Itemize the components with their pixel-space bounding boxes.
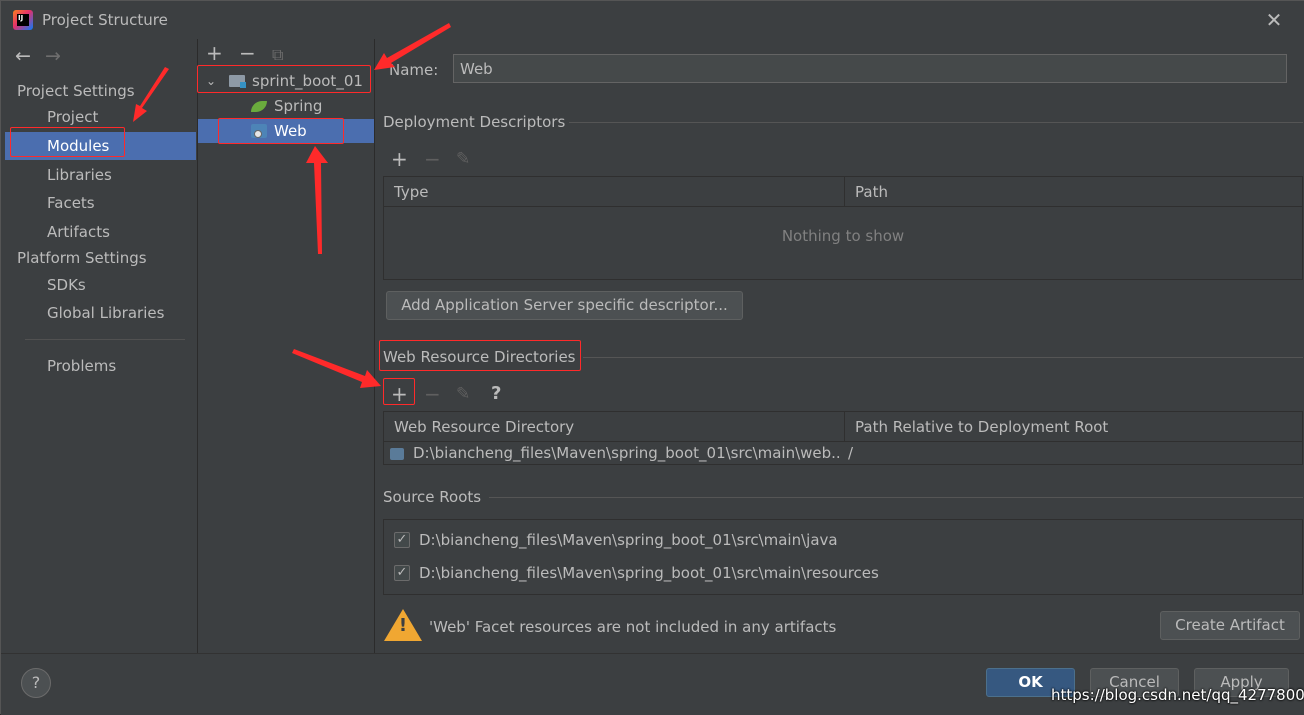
- add-descriptor-icon[interactable]: +: [391, 149, 408, 169]
- annotation-box-add-button: [383, 378, 415, 405]
- warning-exclamation: !: [398, 615, 408, 636]
- empty-table-message: Nothing to show: [781, 227, 905, 245]
- module-toolbar: + − ⧉: [206, 41, 305, 65]
- warning-text: 'Web' Facet resources are not included i…: [429, 618, 837, 636]
- column-header-type[interactable]: Type: [384, 177, 844, 207]
- web-resource-table: Web Resource Directory Path Relative to …: [383, 411, 1303, 465]
- source-root-checkbox[interactable]: ✓: [394, 565, 410, 581]
- table-cell-directory[interactable]: D:\biancheng_files\Maven\spring_boot_01\…: [413, 442, 841, 464]
- tree-node-label: Spring: [274, 97, 323, 115]
- nav-item-global-libraries[interactable]: Global Libraries: [5, 299, 196, 327]
- name-label: Name:: [389, 61, 439, 79]
- remove-web-resource-icon: −: [424, 382, 441, 406]
- column-header-web-resource-directory[interactable]: Web Resource Directory: [384, 412, 844, 442]
- column-header-relative-path[interactable]: Path Relative to Deployment Root: [844, 412, 1302, 442]
- column-header-path[interactable]: Path: [844, 177, 1302, 207]
- source-root-checkbox[interactable]: ✓: [394, 532, 410, 548]
- copy-module-icon: ⧉: [272, 45, 284, 64]
- spring-icon: [251, 94, 267, 118]
- help-button[interactable]: ?: [21, 668, 51, 698]
- add-server-descriptor-button[interactable]: Add Application Server specific descript…: [386, 291, 743, 320]
- nav-item-problems[interactable]: Problems: [5, 352, 196, 380]
- title-bar: IJ Project Structure ✕: [1, 1, 1304, 39]
- group-divider: [583, 357, 1303, 358]
- deployment-descriptors-heading: Deployment Descriptors: [383, 113, 566, 131]
- help-icon[interactable]: ?: [491, 384, 501, 404]
- remove-descriptor-icon: −: [424, 147, 441, 171]
- create-artifact-button[interactable]: Create Artifact: [1160, 611, 1300, 640]
- group-divider: [489, 497, 1303, 498]
- intellij-logo-icon: IJ: [13, 10, 33, 30]
- watermark-text: https://blog.csdn.net/qq_42778001: [1051, 686, 1304, 704]
- nav-item-artifacts[interactable]: Artifacts: [5, 218, 196, 246]
- deployment-descriptors-table: Type Path Nothing to show: [383, 176, 1303, 280]
- nav-item-facets[interactable]: Facets: [5, 189, 196, 217]
- web-folder-icon: [390, 448, 404, 460]
- project-settings-heading: Project Settings: [17, 82, 135, 100]
- name-field[interactable]: [453, 54, 1287, 83]
- nav-item-libraries[interactable]: Libraries: [5, 161, 196, 189]
- project-structure-dialog: IJ Project Structure ✕ ← → Project Settin…: [0, 0, 1304, 715]
- group-divider: [569, 122, 1303, 123]
- add-module-icon[interactable]: +: [206, 41, 239, 65]
- nav-item-sdks[interactable]: SDKs: [5, 271, 196, 299]
- annotation-box-web-resource-heading: [379, 340, 581, 371]
- annotation-box-web: [218, 118, 344, 144]
- edit-web-resource-icon: ✎: [456, 384, 471, 404]
- remove-module-icon[interactable]: −: [239, 41, 272, 65]
- table-cell-relative-path[interactable]: /: [848, 442, 1298, 464]
- platform-settings-heading: Platform Settings: [17, 249, 147, 267]
- annotation-box-module: [197, 65, 371, 93]
- source-root-path: D:\biancheng_files\Maven\spring_boot_01\…: [419, 531, 838, 549]
- source-root-path: D:\biancheng_files\Maven\spring_boot_01\…: [419, 564, 879, 582]
- window-title: Project Structure: [42, 11, 168, 29]
- source-roots-heading: Source Roots: [383, 488, 482, 506]
- tree-node-spring[interactable]: Spring: [198, 94, 374, 118]
- annotation-box-modules: [10, 127, 125, 157]
- nav-divider: [25, 339, 185, 340]
- history-nav: ← →: [15, 45, 75, 67]
- back-arrow-icon[interactable]: ←: [15, 45, 45, 67]
- forward-arrow-icon: →: [45, 45, 61, 67]
- close-icon[interactable]: ✕: [1263, 7, 1285, 33]
- edit-descriptor-icon: ✎: [456, 149, 471, 169]
